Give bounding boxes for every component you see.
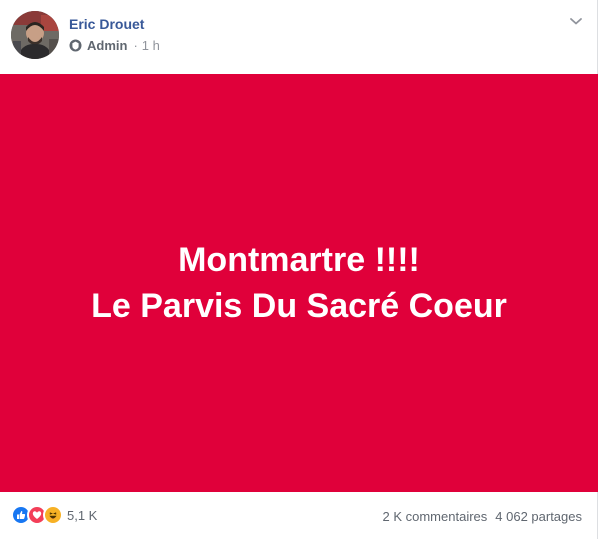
shares-count-link[interactable]: 4 062 partages: [495, 509, 582, 524]
post-header: Eric Drouet Admin · 1 h: [0, 0, 598, 74]
post-meta: Admin · 1 h: [69, 38, 160, 53]
role-badge: Admin: [87, 38, 128, 53]
author-name[interactable]: Eric Drouet: [69, 16, 144, 32]
avatar-photo: [11, 11, 59, 59]
feed-post: Eric Drouet Admin · 1 h Montmartre !!!! …: [0, 0, 598, 539]
comments-count-link[interactable]: 2 K commentaires: [383, 509, 488, 524]
shield-icon: [69, 39, 82, 52]
haha-icon: [43, 505, 63, 525]
reaction-count: 5,1 K: [67, 507, 98, 523]
text-post-banner: Montmartre !!!! Le Parvis Du Sacré Coeur: [0, 74, 598, 492]
reactions-summary[interactable]: 5,1 K: [11, 505, 97, 525]
post-footer: 5,1 K 2 K commentaires 4 062 partages: [0, 492, 598, 539]
author-avatar[interactable]: [11, 11, 59, 59]
chevron-down-icon[interactable]: [568, 13, 584, 29]
banner-line-2: Le Parvis Du Sacré Coeur: [91, 287, 507, 325]
post-timestamp[interactable]: 1 h: [142, 38, 160, 53]
banner-line-1: Montmartre !!!!: [178, 241, 420, 279]
meta-separator: ·: [133, 38, 138, 53]
post-stats: 2 K commentaires 4 062 partages: [383, 509, 583, 524]
